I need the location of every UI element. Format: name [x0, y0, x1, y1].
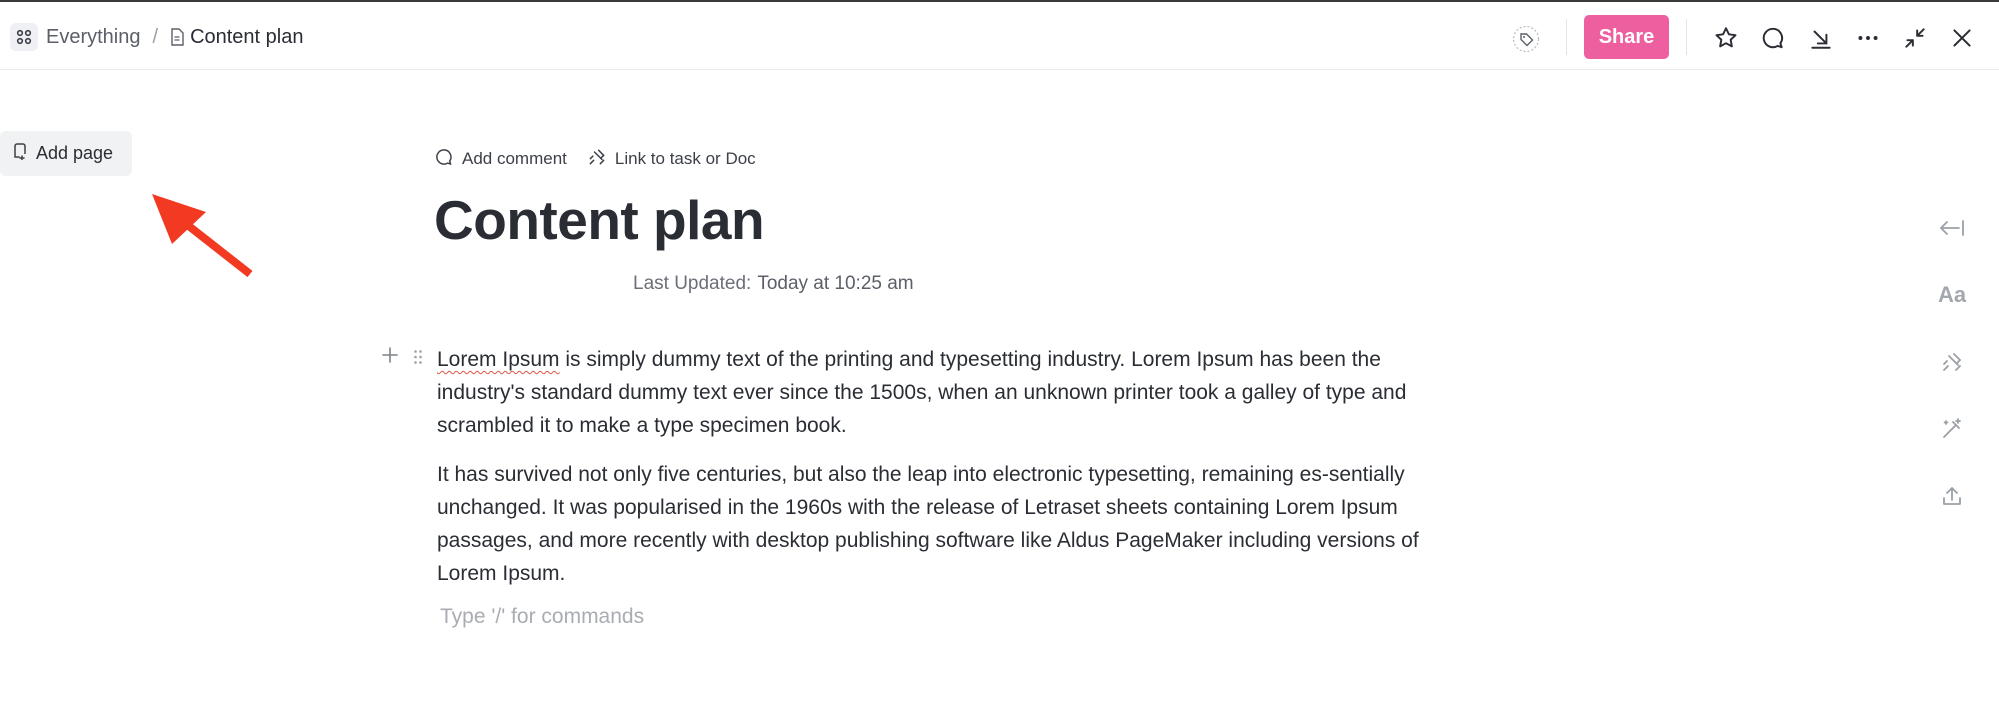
collapse-icon[interactable]	[1899, 22, 1931, 54]
last-updated-label: Last Updated:	[633, 273, 752, 294]
link-task-button[interactable]: Link to task or Doc	[587, 147, 756, 172]
download-icon[interactable]	[1805, 22, 1837, 54]
link-icon[interactable]	[1934, 344, 1970, 380]
last-updated-value: Today at 10:25 am	[757, 273, 914, 294]
close-icon[interactable]	[1946, 22, 1978, 54]
breadcrumb: Everything / Content plan	[10, 23, 303, 51]
page-title[interactable]: Content plan	[434, 188, 765, 252]
comment-icon[interactable]	[1757, 22, 1789, 54]
link-icon	[587, 147, 607, 172]
top-bar: Everything / Content plan Share	[0, 0, 1999, 70]
annotation-arrow	[152, 194, 253, 278]
document-icon	[170, 28, 184, 46]
drag-handle-icon[interactable]	[413, 349, 423, 370]
command-placeholder[interactable]: Type '/' for commands	[440, 605, 644, 629]
link-task-label: Link to task or Doc	[614, 149, 756, 168]
paragraph-1-text: is simply dummy text of the printing and…	[437, 348, 1407, 437]
paragraph-2[interactable]: It has survived not only five centuries,…	[437, 458, 1437, 590]
workspace-grid-icon[interactable]	[10, 23, 38, 51]
add-comment-button[interactable]: Add comment	[434, 147, 567, 172]
add-comment-label: Add comment	[462, 149, 567, 168]
tag-icon[interactable]	[1510, 23, 1542, 55]
font-icon[interactable]: Aa	[1934, 277, 1970, 313]
add-block-icon[interactable]	[380, 345, 400, 365]
add-page-icon	[12, 142, 28, 165]
paragraph-1[interactable]: Lorem Ipsum is simply dummy text of the …	[437, 343, 1437, 442]
divider	[1686, 19, 1687, 55]
more-icon[interactable]	[1852, 22, 1884, 54]
add-page-label: Add page	[36, 143, 114, 163]
collapse-left-icon[interactable]	[1934, 210, 1970, 246]
breadcrumb-current[interactable]: Content plan	[190, 26, 303, 49]
breadcrumb-workspace[interactable]: Everything	[46, 26, 141, 49]
breadcrumb-separator: /	[152, 25, 159, 48]
last-updated: Last Updated: Today at 10:25 am	[633, 273, 914, 295]
add-page-button[interactable]: Add page	[0, 131, 132, 176]
export-icon[interactable]	[1934, 479, 1970, 515]
misspelled-word[interactable]: Lorem Ipsum	[437, 348, 560, 371]
star-icon[interactable]	[1710, 22, 1742, 54]
comment-icon	[434, 147, 454, 172]
divider	[1566, 19, 1567, 55]
magic-wand-icon[interactable]	[1934, 411, 1970, 447]
doc-actions: Add comment Link to task or Doc	[434, 146, 776, 172]
share-button[interactable]: Share	[1584, 15, 1669, 59]
